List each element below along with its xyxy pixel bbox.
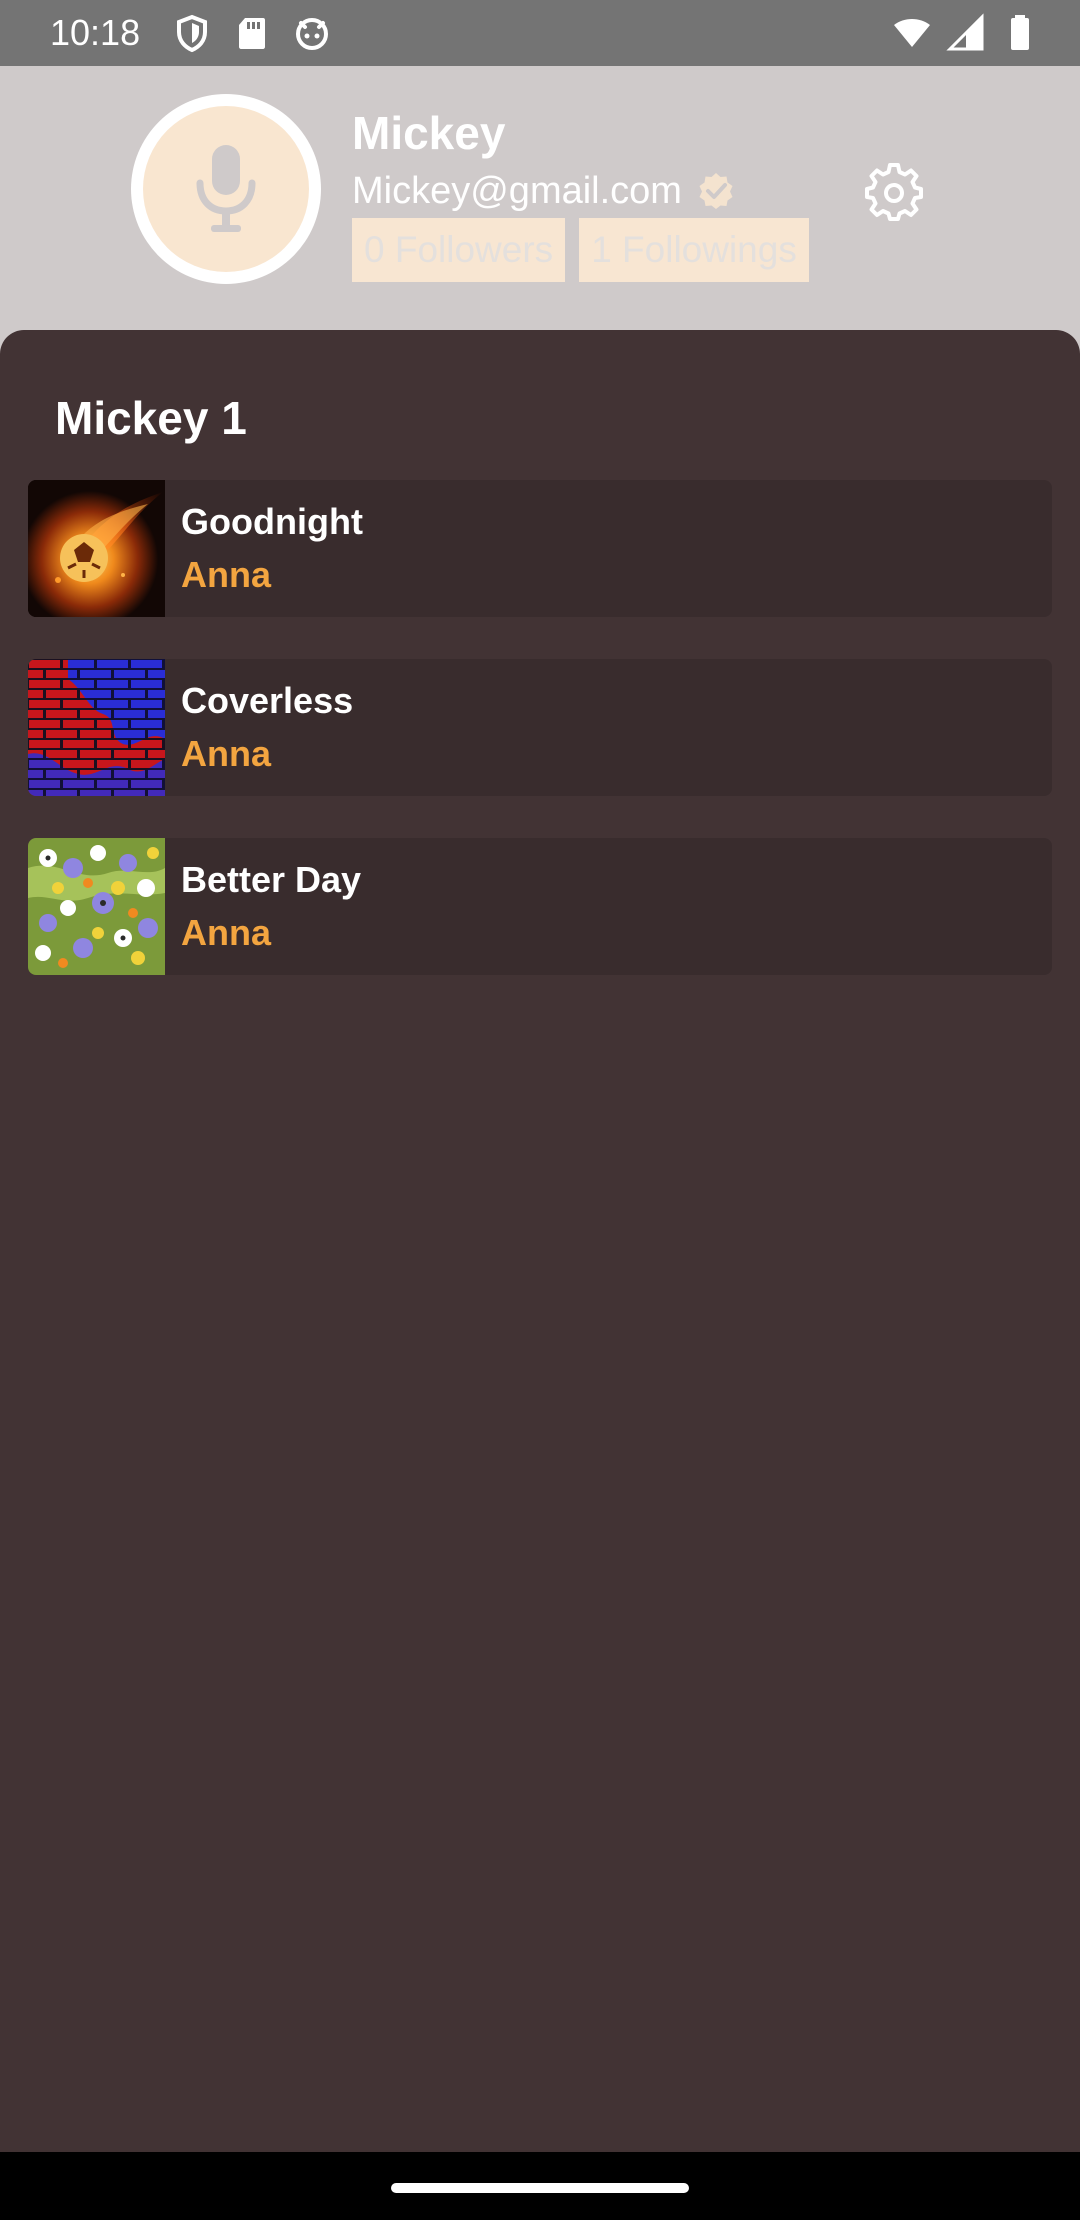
user-name: Mickey — [352, 107, 506, 159]
flaming-ball-image — [28, 480, 165, 617]
track-row[interactable]: Coverless Anna — [28, 659, 1052, 796]
status-left-icons — [172, 13, 332, 53]
shield-icon — [177, 14, 207, 53]
home-gesture-handle[interactable] — [391, 2183, 689, 2193]
microphone-icon — [196, 145, 256, 232]
track-artist: Anna — [181, 912, 271, 953]
avatar-inner — [143, 106, 309, 272]
status-right-icons — [892, 13, 1040, 53]
user-email-row: Mickey@gmail.com — [352, 168, 736, 214]
user-email: Mickey@gmail.com — [352, 170, 682, 212]
track-title: Better Day — [181, 859, 362, 900]
status-time: 10:18 — [50, 12, 141, 53]
gear-icon[interactable] — [864, 162, 924, 222]
wifi-icon — [894, 19, 930, 47]
track-artist: Anna — [181, 733, 271, 774]
track-title: Coverless — [181, 680, 354, 721]
cellular-signal-icon — [946, 13, 984, 51]
track-row[interactable]: Goodnight Anna — [28, 480, 1052, 617]
track-thumbnail — [28, 480, 165, 617]
status-bar: 10:18 — [0, 0, 1080, 66]
counts-row: 0 Followers 1 Followings — [352, 218, 809, 282]
followers-button[interactable]: 0 Followers — [352, 218, 566, 282]
profile-header: Mickey Mickey@gmail.com 0 Followers 1 Fo… — [0, 66, 1080, 330]
battery-icon — [1011, 15, 1029, 50]
playlist-panel: Mickey 1 Goodnight Anna Coverless Anna B… — [0, 330, 1080, 2152]
track-thumbnail — [28, 659, 165, 796]
android-face-icon — [296, 18, 328, 50]
wildflowers-image — [28, 838, 165, 975]
playlist-title: Mickey 1 — [55, 392, 247, 444]
navigation-bar — [0, 2152, 1080, 2220]
track-list: Goodnight Anna Coverless Anna Better Day… — [28, 480, 1052, 1017]
verified-badge-icon — [699, 173, 733, 209]
track-artist: Anna — [181, 554, 271, 595]
track-thumbnail — [28, 838, 165, 975]
sd-card-icon — [239, 18, 265, 49]
followings-button[interactable]: 1 Followings — [579, 218, 809, 282]
avatar[interactable] — [131, 94, 321, 284]
brick-wall-image — [28, 659, 165, 796]
track-row[interactable]: Better Day Anna — [28, 838, 1052, 975]
track-title: Goodnight — [181, 501, 363, 542]
